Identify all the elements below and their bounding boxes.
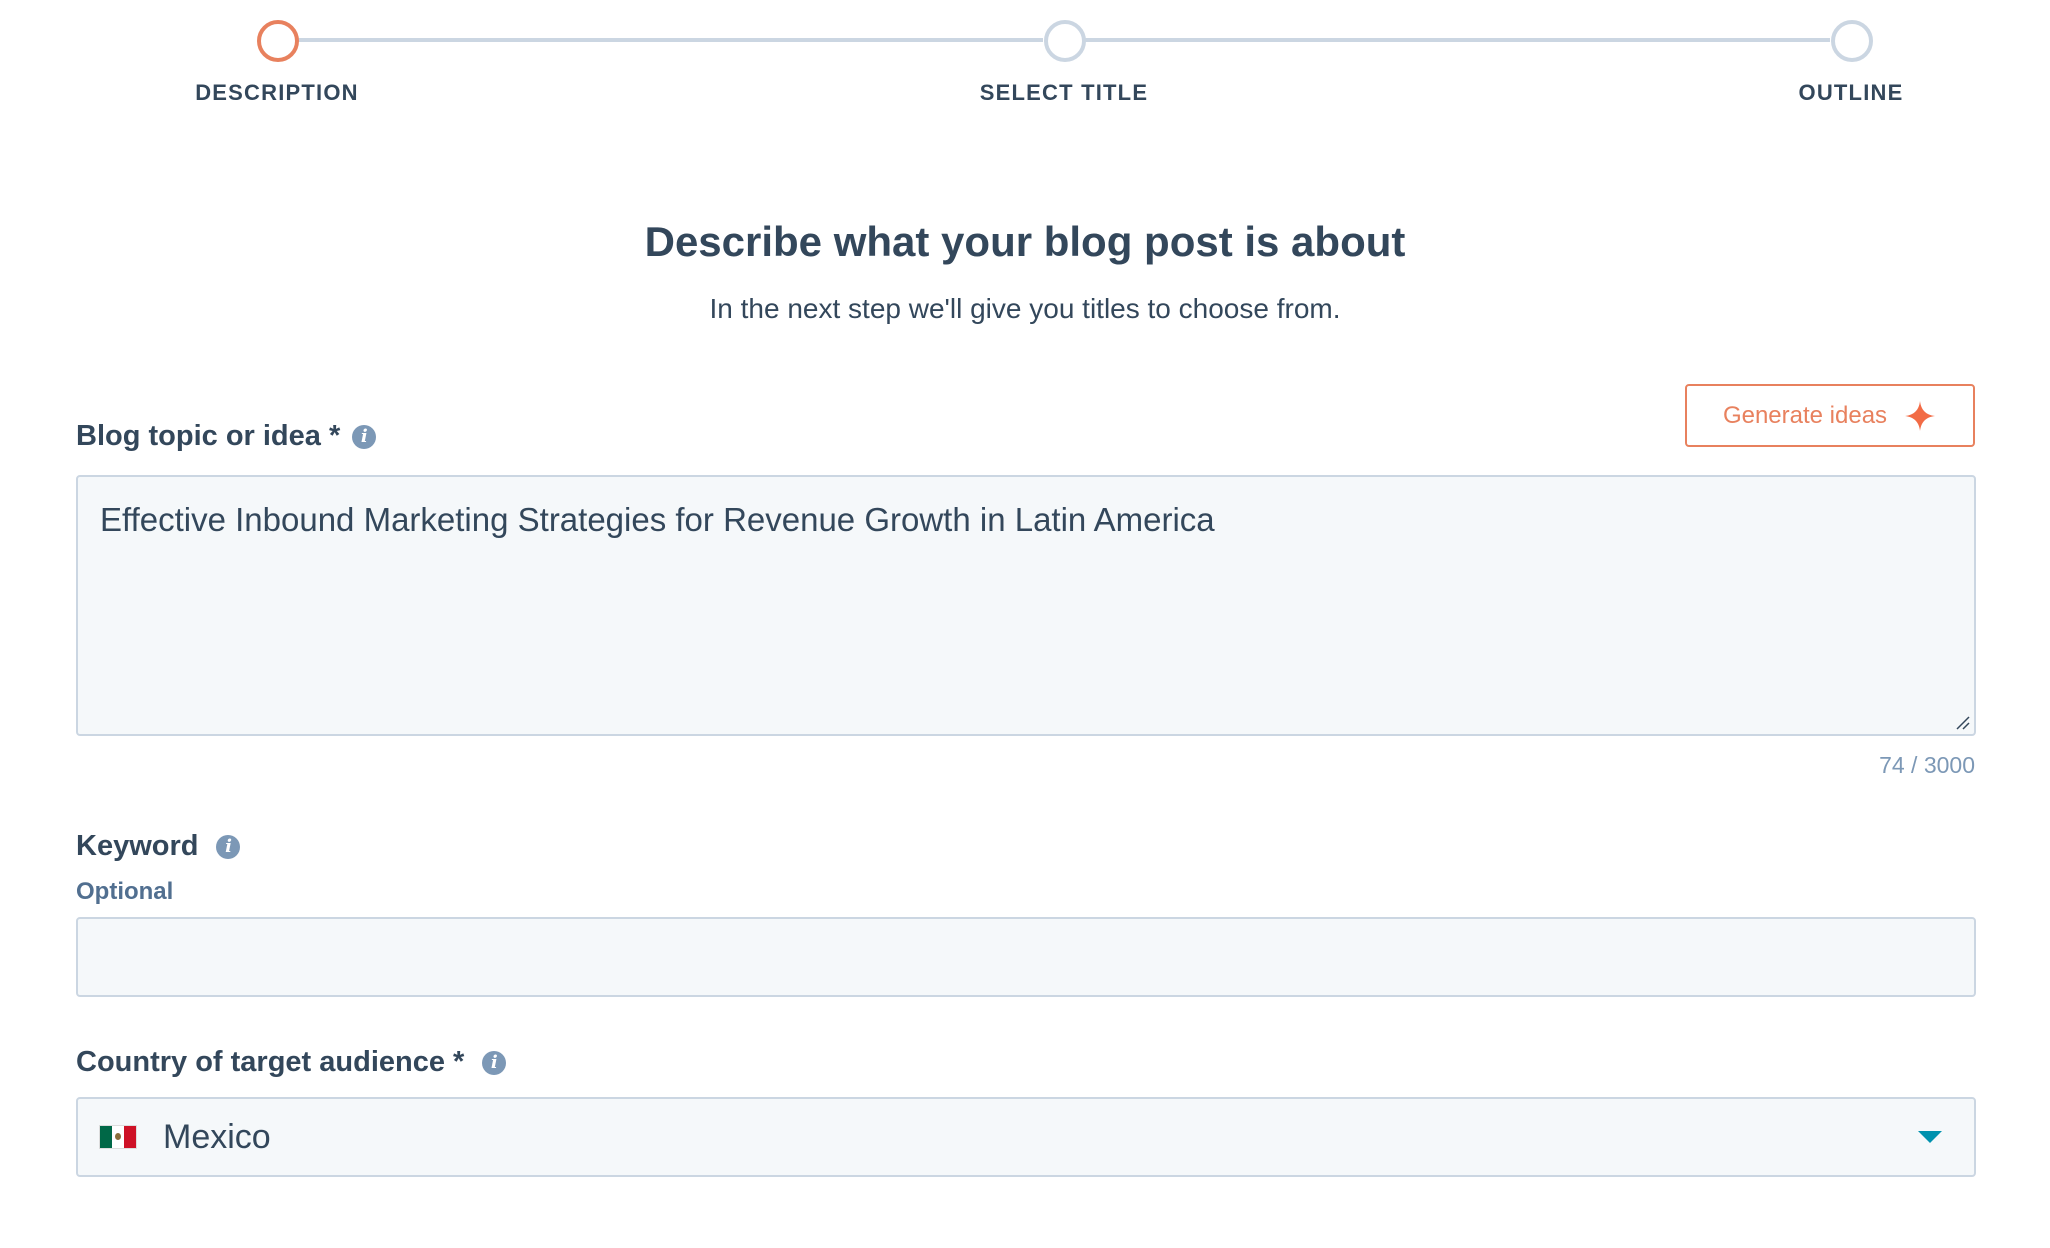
chevron-down-icon: [1918, 1131, 1942, 1143]
keyword-label-row: Keyword i: [76, 830, 241, 863]
info-icon[interactable]: i: [216, 834, 241, 859]
step-connector: [1083, 38, 1830, 42]
topic-label: Blog topic or idea *: [76, 420, 341, 452]
step-connector: [296, 38, 1043, 42]
country-label-row: Country of target audience * i: [76, 1046, 507, 1079]
keyword-input[interactable]: [76, 917, 1976, 997]
topic-label-row: Blog topic or idea * i: [76, 420, 377, 453]
country-label: Country of target audience *: [76, 1046, 465, 1078]
info-icon[interactable]: i: [352, 424, 377, 449]
step-3-indicator[interactable]: [1831, 20, 1873, 62]
step-3-label: OUTLINE: [1798, 80, 1904, 105]
step-2-label: SELECT TITLE: [979, 80, 1149, 105]
step-1-label: DESCRIPTION: [195, 80, 359, 105]
progress-stepper: DESCRIPTION SELECT TITLE OUTLINE: [0, 0, 2050, 130]
resize-handle-icon[interactable]: [1954, 714, 1970, 730]
blog-wizard-page: DESCRIPTION SELECT TITLE OUTLINE Describ…: [0, 0, 2050, 1248]
page-title: Describe what your blog post is about: [644, 218, 1406, 265]
step-2-indicator[interactable]: [1044, 20, 1086, 62]
country-select[interactable]: Mexico: [76, 1097, 1976, 1177]
keyword-label: Keyword: [76, 830, 199, 862]
optional-label: Optional: [76, 878, 174, 905]
character-count: 74 / 3000: [1879, 752, 1975, 778]
blog-topic-value: Effective Inbound Marketing Strategies f…: [100, 501, 1215, 538]
page-subtitle: In the next step we'll give you titles t…: [709, 293, 1341, 324]
step-1-indicator[interactable]: [257, 20, 299, 62]
blog-topic-textarea[interactable]: Effective Inbound Marketing Strategies f…: [76, 475, 1976, 736]
country-select-value: Mexico: [163, 1117, 271, 1156]
sparkle-icon: [1905, 400, 1936, 431]
info-icon[interactable]: i: [482, 1050, 507, 1075]
generate-ideas-button[interactable]: Generate ideas: [1685, 384, 1975, 447]
generate-ideas-label: Generate ideas: [1722, 401, 1888, 429]
mexico-flag-icon: [100, 1126, 136, 1148]
